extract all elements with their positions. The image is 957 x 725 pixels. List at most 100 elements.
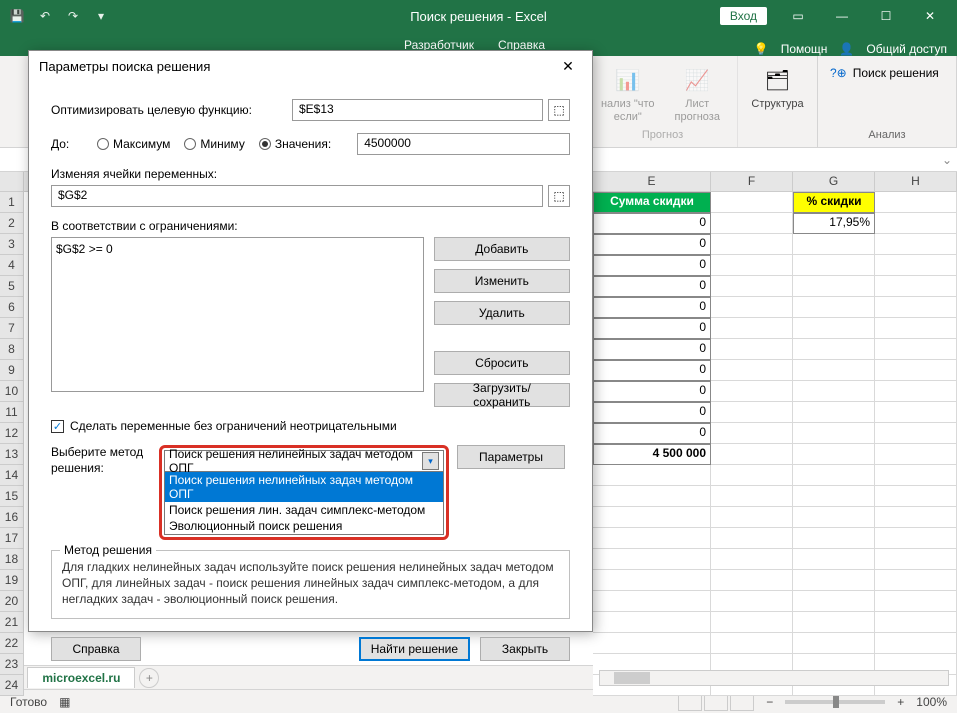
cell[interactable] [711,486,793,507]
cell[interactable] [793,318,875,339]
row-header[interactable]: 12 [0,423,24,444]
cell[interactable] [875,213,957,234]
row-header[interactable]: 13 [0,444,24,465]
col-header-h[interactable]: H [875,172,957,192]
cell[interactable] [793,444,875,465]
cell[interactable] [875,444,957,465]
loadsave-button[interactable]: Загрузить/сохранить [434,383,570,407]
cell[interactable] [711,360,793,381]
row-header[interactable]: 9 [0,360,24,381]
zoom-slider[interactable] [785,700,885,704]
structure-button[interactable]: 🗂 Структура [746,60,809,111]
cell[interactable] [593,591,711,612]
cell[interactable] [711,381,793,402]
row-header[interactable]: 20 [0,591,24,612]
cell[interactable] [711,591,793,612]
zoom-out-icon[interactable]: − [766,695,773,709]
cell[interactable] [711,276,793,297]
row-header[interactable]: 21 [0,612,24,633]
maximize-icon[interactable]: ☐ [865,1,907,31]
undo-icon[interactable]: ↶ [34,5,56,27]
cell[interactable] [875,549,957,570]
cell[interactable] [875,381,957,402]
cell-e2[interactable]: 0 [593,213,711,234]
cell[interactable] [593,570,711,591]
row-header[interactable]: 22 [0,633,24,654]
cell[interactable] [711,297,793,318]
cell-e12[interactable]: 0 [593,423,711,444]
value-input[interactable]: 4500000 [357,133,570,155]
cell[interactable] [793,549,875,570]
method-option[interactable]: Эволюционный поиск решения [165,518,443,534]
cell[interactable] [793,591,875,612]
cell[interactable] [593,633,711,654]
row-header[interactable]: 17 [0,528,24,549]
cell[interactable] [711,423,793,444]
cell-g2[interactable]: 17,95% [793,213,875,234]
cell[interactable] [875,360,957,381]
row-header[interactable]: 24 [0,675,24,696]
row-header[interactable]: 1 [0,192,24,213]
row-header[interactable]: 23 [0,654,24,675]
qat-dropdown-icon[interactable]: ▾ [90,5,112,27]
cell[interactable] [711,234,793,255]
signin-button[interactable]: Вход [720,7,767,25]
col-header-e[interactable]: E [593,172,711,192]
macro-record-icon[interactable]: ▦ [59,695,70,709]
row-header[interactable]: 15 [0,486,24,507]
cell[interactable] [875,528,957,549]
cell-e9[interactable]: 0 [593,360,711,381]
row-header[interactable]: 5 [0,276,24,297]
cell[interactable] [711,612,793,633]
formula-expand-icon[interactable]: ⌄ [937,148,957,171]
cell[interactable] [593,486,711,507]
cell[interactable] [875,192,957,213]
cell[interactable] [711,213,793,234]
constraints-list[interactable]: $G$2 >= 0 [51,237,424,392]
cell[interactable] [875,633,957,654]
find-button[interactable]: Найти решение [359,637,470,661]
cell[interactable] [711,570,793,591]
method-option[interactable]: Поиск решения лин. задач симплекс-методо… [165,502,443,518]
whatif-button[interactable]: 📊 нализ "что если" [596,60,660,123]
forecast-sheet-button[interactable]: 📈 Лист прогноза [666,60,730,123]
cell[interactable] [793,528,875,549]
cell[interactable] [793,255,875,276]
cell[interactable] [793,339,875,360]
cell[interactable] [875,297,957,318]
cell-e13[interactable]: 4 500 000 [593,444,711,465]
cell[interactable] [793,570,875,591]
cell[interactable] [593,549,711,570]
cell[interactable] [711,633,793,654]
help-button[interactable]: Справка [51,637,141,661]
minimize-icon[interactable]: — [821,1,863,31]
objective-input[interactable]: $E$13 [292,99,543,121]
cell[interactable] [593,507,711,528]
cell[interactable] [793,423,875,444]
change-button[interactable]: Изменить [434,269,570,293]
row-header[interactable]: 19 [0,570,24,591]
cell[interactable] [875,465,957,486]
cell-e11[interactable]: 0 [593,402,711,423]
cell[interactable] [711,402,793,423]
range-picker-icon[interactable]: ⬚ [548,99,570,121]
row-header[interactable]: 8 [0,339,24,360]
cell[interactable] [875,591,957,612]
row-header[interactable]: 6 [0,297,24,318]
cell[interactable] [593,612,711,633]
row-header[interactable]: 10 [0,381,24,402]
cell-e7[interactable]: 0 [593,318,711,339]
row-header[interactable]: 2 [0,213,24,234]
cell[interactable] [711,444,793,465]
cell[interactable] [711,255,793,276]
col-header-g[interactable]: G [793,172,875,192]
cell-e8[interactable]: 0 [593,339,711,360]
select-all-corner[interactable] [0,172,24,192]
cell[interactable] [711,528,793,549]
col-header-f[interactable]: F [711,172,793,192]
method-dropdown[interactable]: Поиск решения нелинейных задач методом О… [164,450,444,472]
redo-icon[interactable]: ↷ [62,5,84,27]
cell-e5[interactable]: 0 [593,276,711,297]
radio-min[interactable]: Миниму [184,137,244,151]
add-button[interactable]: Добавить [434,237,570,261]
